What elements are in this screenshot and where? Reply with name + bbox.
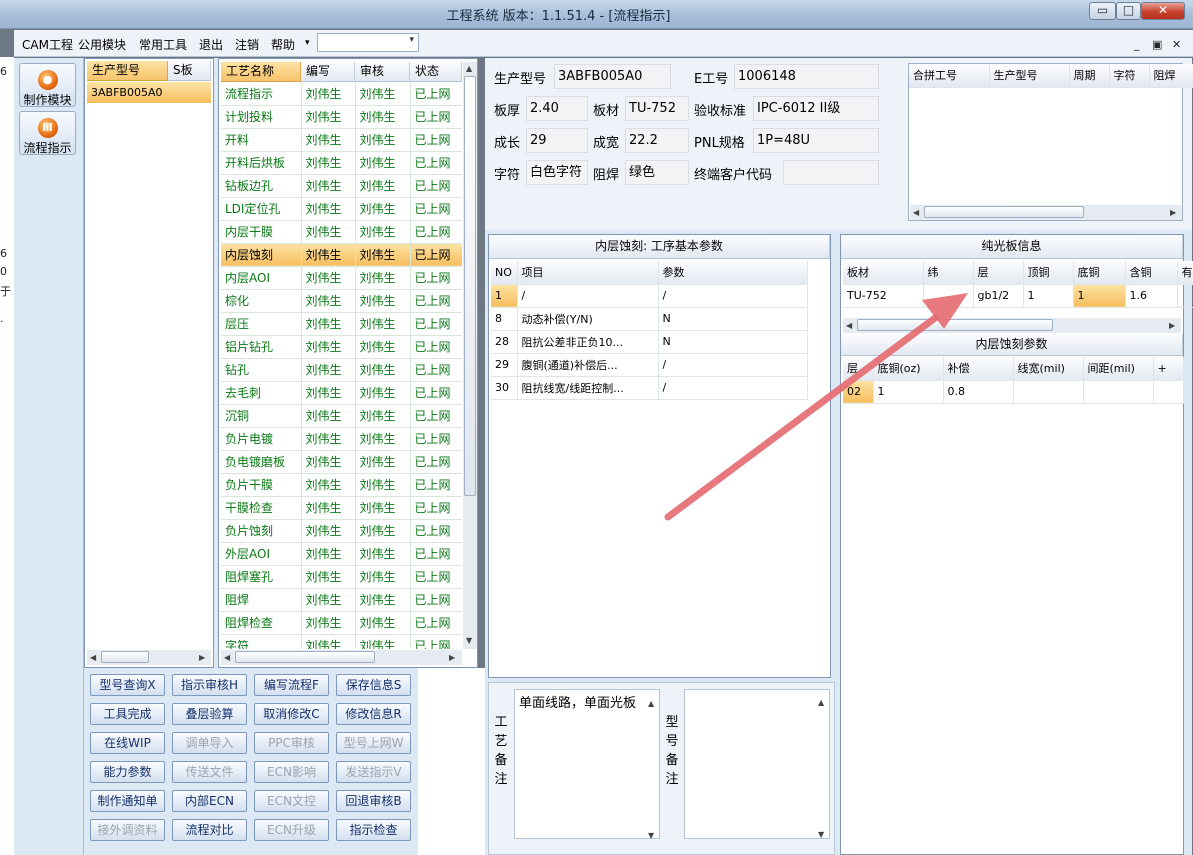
annotation-arrow [664, 293, 968, 521]
